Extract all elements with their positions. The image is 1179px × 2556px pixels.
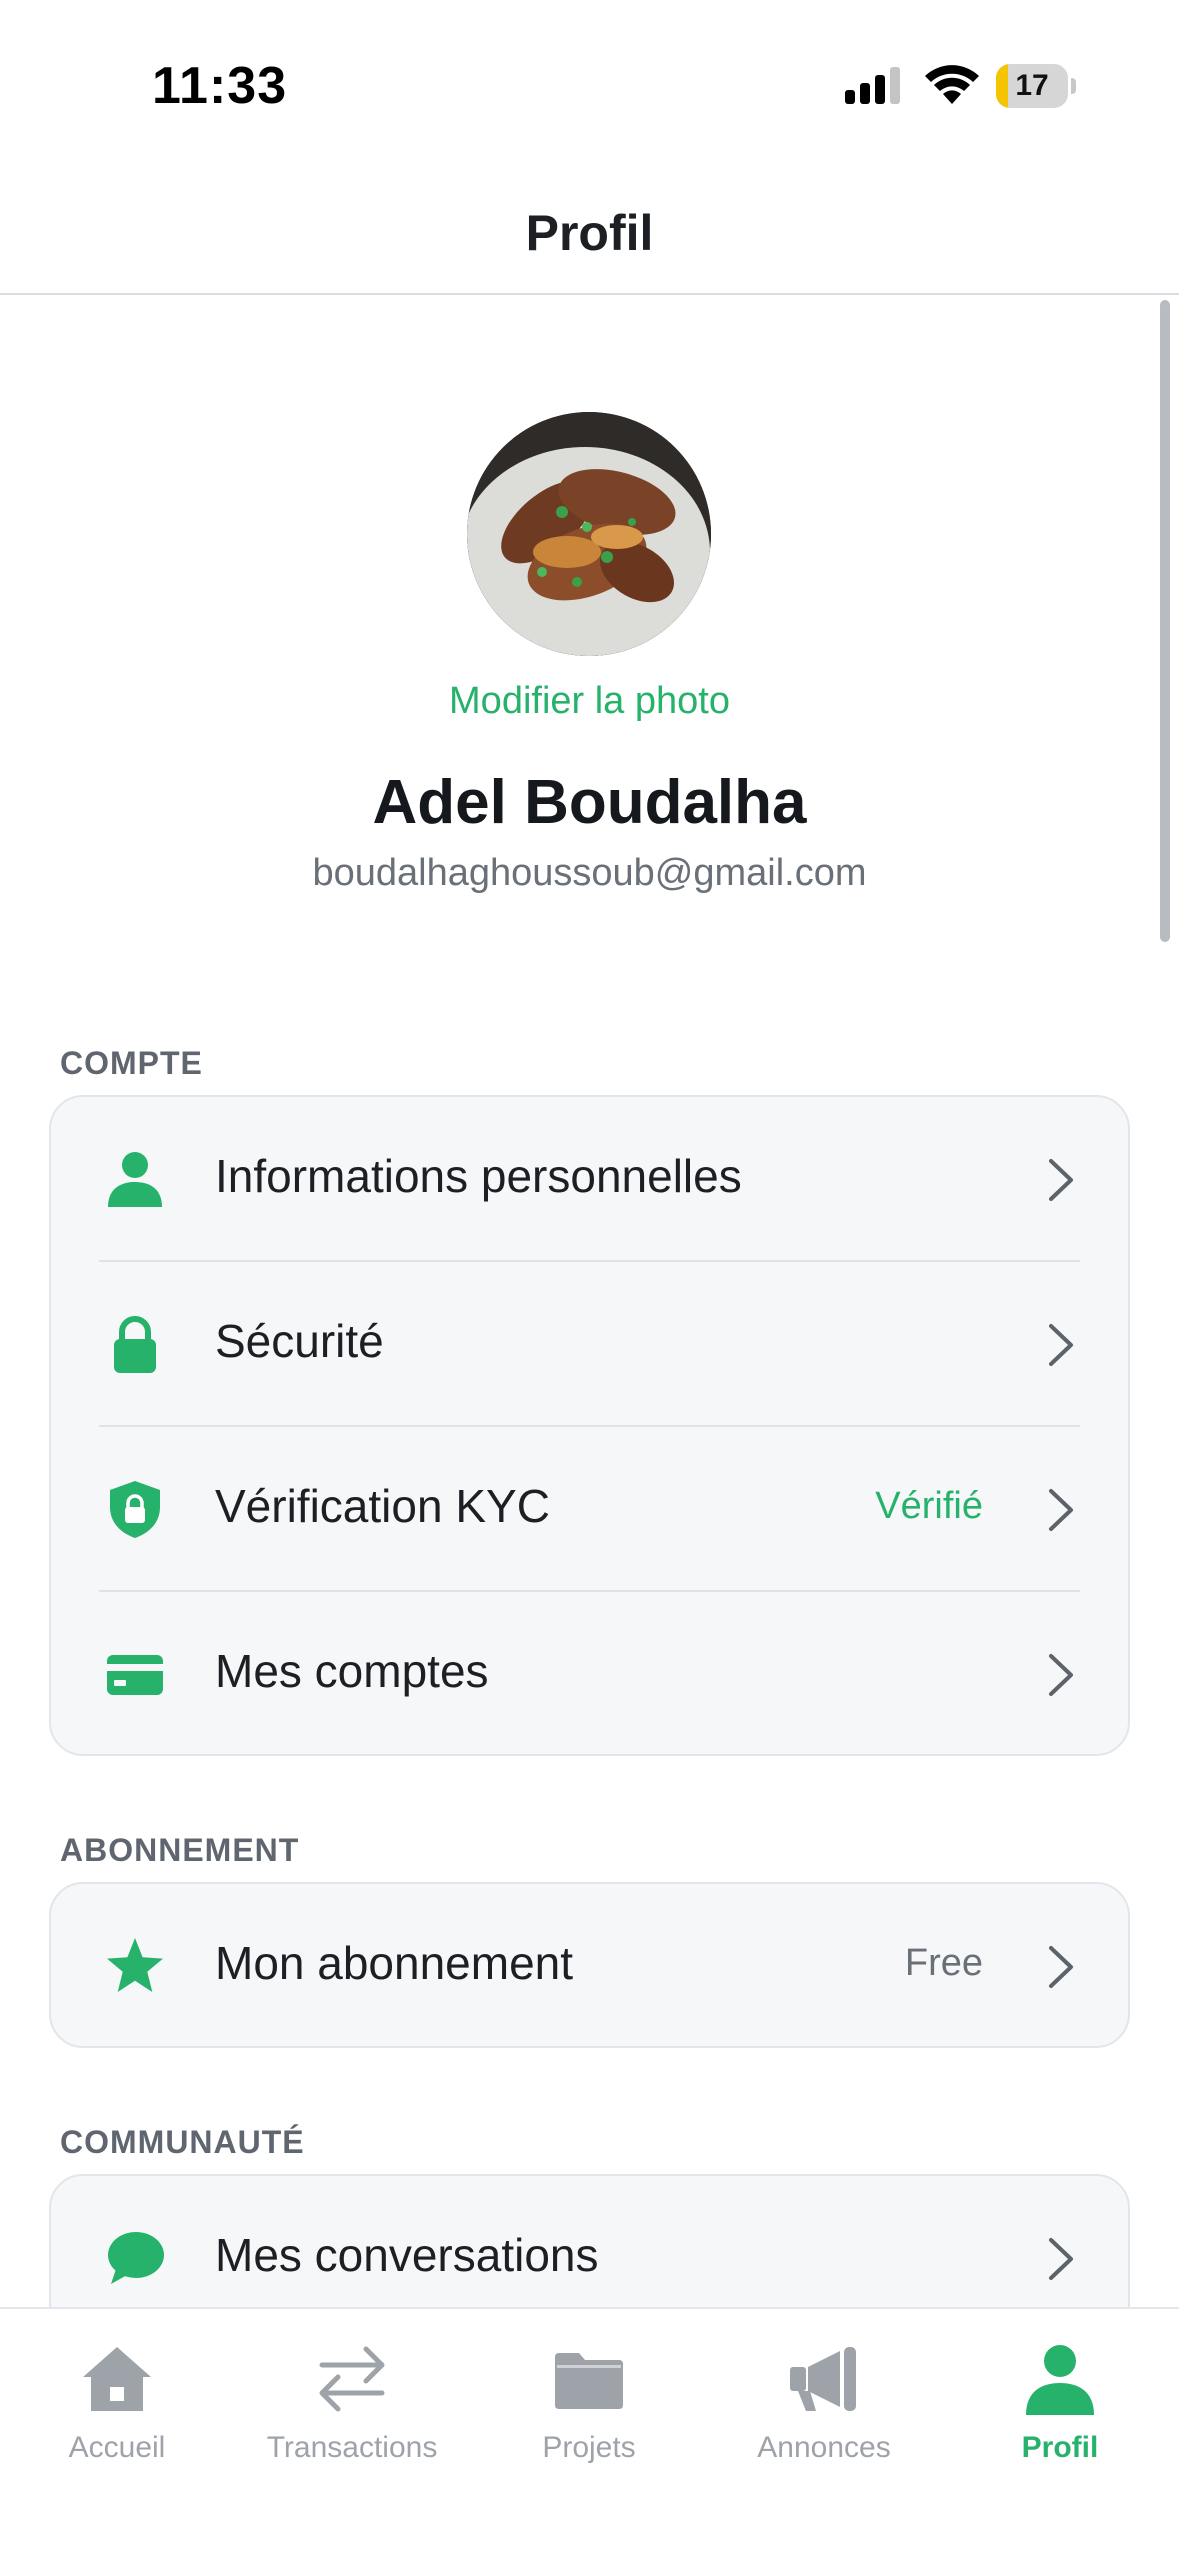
shield-lock-icon: [110, 1481, 160, 1538]
section-label-account: COMPTE: [60, 1045, 203, 1081]
avatar-photo: [467, 412, 711, 656]
tab-announcements[interactable]: Annonces: [724, 2329, 924, 2479]
home-icon: [83, 2347, 151, 2411]
chevron-right-icon: [1049, 1654, 1073, 1696]
section-label-subscription: ABONNEMENT: [60, 1832, 300, 1868]
menu-item-label: Vérification KYC: [215, 1480, 550, 1532]
lock-icon: [114, 1316, 156, 1373]
folder-icon: [555, 2353, 623, 2409]
star-icon: [107, 1938, 163, 1992]
tab-home[interactable]: Accueil: [17, 2329, 217, 2479]
chevron-right-icon: [1049, 2238, 1073, 2280]
menu-item-label: Mes conversations: [215, 2229, 599, 2281]
wifi-icon: [925, 65, 979, 104]
tab-label: Projets: [542, 2431, 636, 2464]
arrows-icon: [319, 2346, 385, 2412]
user-email: boudalhaghoussoub@gmail.com: [312, 852, 867, 894]
tab-profile[interactable]: Profil: [960, 2329, 1160, 2479]
chevron-right-icon: [1049, 1946, 1073, 1988]
menu-item-security[interactable]: Sécurité: [51, 1262, 1128, 1427]
menu-item-personal-info[interactable]: Informations personnelles: [51, 1097, 1128, 1262]
user-name: Adel Boudalha: [372, 768, 807, 837]
menu-item-label: Mes comptes: [215, 1645, 489, 1697]
status-time: 11:33: [152, 57, 288, 115]
tab-transactions[interactable]: Transactions: [252, 2329, 452, 2479]
account-card: Informations personnelles Sécurité Vérif…: [49, 1095, 1130, 1756]
subscription-card: Mon abonnement Free: [49, 1882, 1130, 2048]
page-title: Profil: [525, 205, 654, 261]
menu-item-label: Mon abonnement: [215, 1937, 574, 1989]
kyc-status-badge: Vérifié: [875, 1485, 983, 1527]
subscription-plan-value: Free: [904, 1942, 983, 1984]
megaphone-icon: [790, 2347, 856, 2411]
tab-bar: Accueil Transactions Projets Annonces Pr…: [0, 2307, 1179, 2556]
battery-level-text: 17: [1015, 69, 1049, 102]
tab-label: Annonces: [757, 2431, 891, 2464]
chevron-right-icon: [1049, 1489, 1073, 1531]
section-label-community: COMMUNAUTÉ: [60, 2124, 305, 2160]
menu-item-label: Informations personnelles: [215, 1150, 742, 1202]
nav-header: Profil: [0, 160, 1179, 295]
chevron-right-icon: [1049, 1159, 1073, 1201]
menu-item-kyc[interactable]: Vérification KYC Vérifié: [51, 1427, 1128, 1592]
status-bar: 11:33 17: [0, 0, 1179, 160]
change-photo-link[interactable]: Modifier la photo: [0, 680, 1179, 723]
chat-bubble-icon: [108, 2232, 164, 2284]
chevron-right-icon: [1049, 1324, 1073, 1366]
tab-projects[interactable]: Projets: [489, 2329, 689, 2479]
menu-item-subscription[interactable]: Mon abonnement Free: [51, 1884, 1128, 2046]
person-icon: [108, 1152, 162, 1207]
tab-label: Accueil: [68, 2431, 166, 2464]
cellular-signal-icon: [845, 67, 900, 104]
card-icon: [107, 1655, 163, 1695]
scrollbar[interactable]: [1160, 300, 1170, 942]
menu-item-accounts[interactable]: Mes comptes: [51, 1592, 1128, 1754]
tab-label: Transactions: [266, 2431, 438, 2464]
tab-label: Profil: [1021, 2431, 1099, 2464]
battery-icon: 17: [996, 64, 1076, 108]
person-icon: [1026, 2345, 1094, 2415]
menu-item-label: Sécurité: [215, 1315, 384, 1367]
avatar[interactable]: [467, 412, 711, 656]
